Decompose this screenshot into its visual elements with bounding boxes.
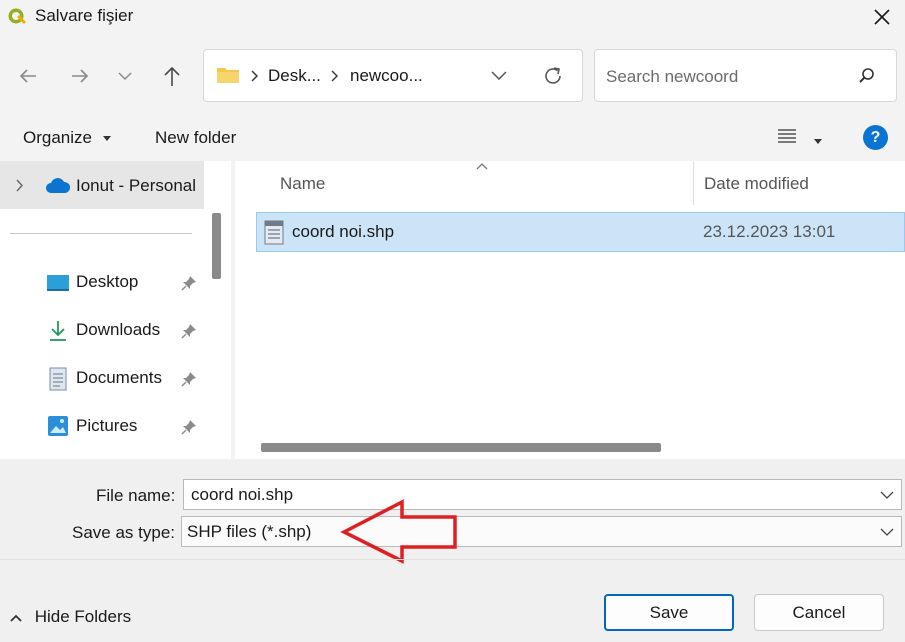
file-name-cell: coord noi.shp (292, 222, 395, 241)
save-form: File name: coord noi.shp Save as type: S… (0, 459, 905, 642)
sidebar-item-label: Ionut - Personal (76, 176, 197, 195)
pin-icon[interactable] (180, 322, 198, 340)
hide-folders-label: Hide Folders (34, 607, 132, 626)
window-title: Salvare fişier (35, 6, 134, 25)
file-name-value: coord noi.shp (191, 485, 294, 504)
sort-ascending-icon (476, 163, 488, 170)
sidebar-item-desktop[interactable]: Desktop (0, 260, 204, 306)
sidebar-item-label: Desktop (76, 272, 139, 291)
save-type-select[interactable]: SHP files (*.shp) (181, 516, 902, 547)
sidebar-item-label: Pictures (76, 416, 138, 435)
cancel-button[interactable]: Cancel (754, 594, 884, 631)
chevron-down-icon[interactable] (880, 527, 894, 537)
organize-label: Organize (23, 128, 92, 147)
pictures-icon (48, 416, 68, 436)
breadcrumb-item[interactable]: Desk... (268, 66, 321, 86)
search-input[interactable]: Search newcoord (606, 67, 738, 87)
caret-down-icon (102, 135, 111, 141)
download-icon (50, 321, 66, 341)
navigation-pane: Ionut - Personal Desktop Downloads Docum… (0, 161, 231, 459)
list-view-icon (778, 129, 796, 143)
save-button[interactable]: Save (604, 594, 734, 631)
address-bar[interactable]: Desk... newcoo... (203, 49, 583, 102)
sidebar-item-pictures[interactable]: Pictures (0, 404, 204, 450)
divider (0, 559, 905, 560)
chevron-down-icon[interactable] (880, 490, 894, 500)
save-type-value: SHP files (*.shp) (187, 522, 312, 541)
column-divider[interactable] (693, 161, 694, 205)
up-button[interactable] (154, 58, 190, 94)
document-icon (49, 367, 67, 391)
title-bar: Salvare fişier (0, 0, 905, 36)
command-bar: Organize New folder ? (0, 113, 905, 161)
save-type-label: Save as type: (72, 523, 176, 542)
chevron-right-icon (331, 70, 338, 82)
file-name-field[interactable]: coord noi.shp (183, 479, 902, 510)
caret-down-icon (813, 139, 822, 144)
date-modified-cell: 23.12.2023 13:01 (703, 222, 836, 241)
chevron-down-icon (118, 72, 132, 81)
hide-folders-button[interactable]: Hide Folders (10, 607, 131, 627)
breadcrumb-item[interactable]: newcoo... (350, 66, 423, 86)
sidebar-scrollbar[interactable] (212, 213, 221, 279)
refresh-icon[interactable] (542, 65, 564, 87)
table-row[interactable]: coord noi.shp 23.12.2023 13:01 (256, 212, 905, 252)
search-box[interactable]: Search newcoord (594, 49, 897, 102)
shp-file-icon (264, 220, 284, 245)
column-header-date-modified[interactable]: Date modified (704, 174, 809, 194)
arrow-right-icon (72, 69, 89, 83)
recent-locations-button[interactable] (107, 58, 143, 94)
chevron-right-icon[interactable] (15, 179, 24, 192)
pin-icon[interactable] (180, 418, 198, 436)
back-button[interactable] (10, 58, 46, 94)
file-list: Name Date modified coord noi.shp 23.12.2… (235, 161, 905, 459)
sidebar-item-label: Downloads (76, 320, 161, 339)
column-header-name[interactable]: Name (280, 174, 325, 194)
qgis-logo-icon (8, 8, 26, 24)
forward-button[interactable] (62, 58, 98, 94)
sidebar-item-label: Documents (76, 368, 162, 387)
arrow-left-icon (19, 69, 36, 83)
close-icon (874, 9, 890, 25)
help-icon[interactable]: ? (863, 125, 888, 150)
pin-icon[interactable] (180, 370, 198, 388)
chevron-right-icon (251, 70, 258, 82)
sidebar-item-downloads[interactable]: Downloads (0, 308, 204, 354)
sidebar-item-documents[interactable]: Documents (0, 356, 204, 402)
file-name-label: File name: (96, 486, 176, 505)
cloud-icon (46, 178, 71, 193)
folder-icon (217, 68, 239, 83)
new-folder-button[interactable]: New folder (155, 128, 236, 148)
desktop-icon (47, 275, 69, 291)
horizontal-scrollbar[interactable] (261, 443, 661, 452)
search-icon (859, 68, 874, 83)
view-options-button[interactable] (777, 127, 822, 150)
close-button[interactable] (859, 0, 905, 34)
organize-menu[interactable]: Organize (23, 128, 111, 148)
divider (10, 233, 192, 234)
pin-icon[interactable] (180, 274, 198, 292)
chevron-up-icon (10, 614, 22, 622)
chevron-down-icon[interactable] (490, 69, 508, 83)
sidebar-item-onedrive[interactable]: Ionut - Personal (0, 161, 204, 209)
arrow-up-icon (164, 66, 180, 86)
annotation-arrow-icon (340, 499, 457, 564)
